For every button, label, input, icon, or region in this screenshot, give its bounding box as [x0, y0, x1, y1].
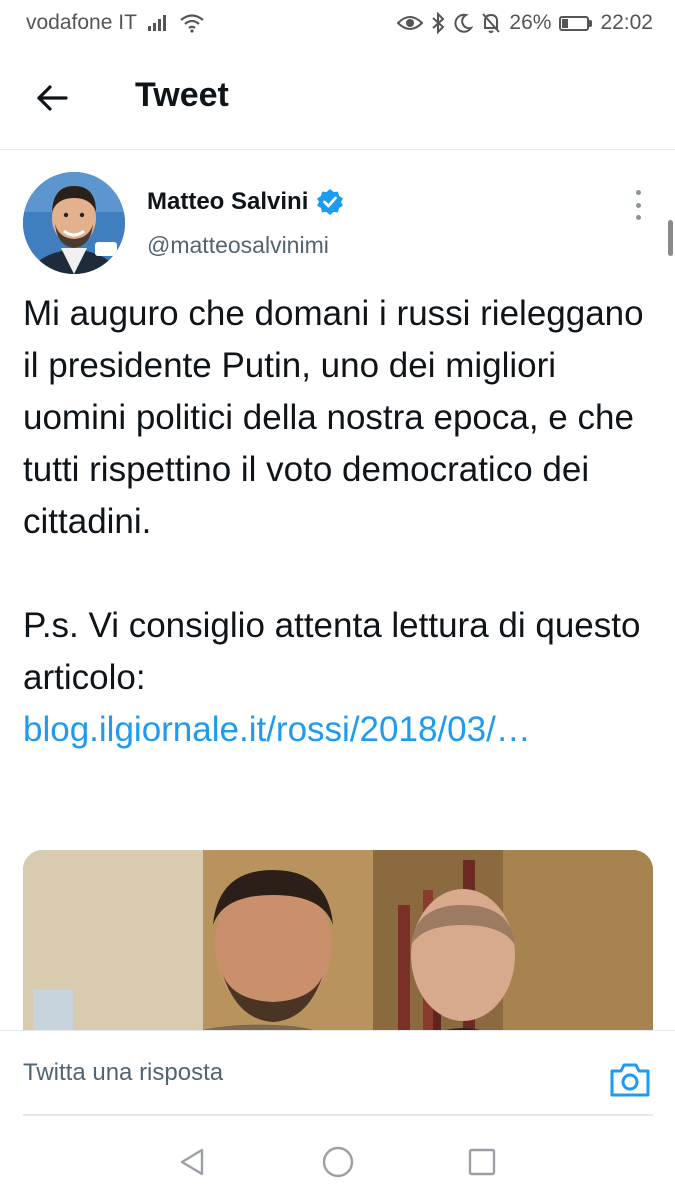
reply-bar: Twitta una risposta: [0, 1030, 675, 1120]
tweet-link[interactable]: blog.ilgiornale.it/rossi/2018/03/…: [23, 710, 531, 749]
app-header: Tweet: [0, 46, 675, 150]
status-right: 26% 22:02: [397, 11, 653, 35]
author-name-row[interactable]: Matteo Salvini: [147, 188, 344, 216]
bell-off-icon: [481, 12, 501, 34]
tweet-photo[interactable]: [23, 850, 653, 1030]
more-options-button[interactable]: [626, 190, 650, 220]
bluetooth-icon: [431, 12, 445, 34]
arrow-left-icon: [37, 85, 68, 111]
status-bar: vodafone IT 26% 22:02: [0, 0, 675, 46]
tweet-text: Mi auguro che domani i russi rieleggano …: [23, 288, 655, 756]
nav-back-button[interactable]: [172, 1142, 212, 1182]
reply-divider: [23, 1114, 653, 1116]
nav-home-button[interactable]: [318, 1142, 358, 1182]
more-dot: [635, 215, 641, 220]
carrier-label: vodafone IT: [26, 11, 137, 34]
wifi-icon: [179, 13, 205, 33]
page-title: Tweet: [135, 76, 229, 114]
battery-percent: 26%: [509, 11, 552, 34]
tweet: Matteo Salvini @matteosalvinimi Mi augur…: [0, 150, 675, 1030]
camera-button[interactable]: [608, 1061, 652, 1099]
status-left: vodafone IT: [26, 11, 205, 35]
eye-icon: [397, 14, 424, 32]
status-time: 22:02: [600, 11, 653, 34]
back-button[interactable]: [34, 80, 70, 116]
signal-icon: [147, 14, 169, 32]
nav-recents-button[interactable]: [462, 1142, 502, 1182]
system-nav-bar: [0, 1120, 675, 1200]
battery-icon: [559, 15, 593, 31]
camera-icon: [610, 1063, 650, 1097]
verified-badge-icon: [317, 189, 344, 215]
battery-fill: [562, 18, 569, 28]
back-triangle-icon: [180, 1148, 204, 1176]
reply-input[interactable]: Twitta una risposta: [23, 1059, 223, 1087]
tweet-body: Mi auguro che domani i russi rieleggano …: [23, 294, 644, 697]
scrollbar[interactable]: [668, 220, 673, 256]
home-circle-icon: [322, 1146, 354, 1178]
moon-icon: [453, 13, 474, 33]
more-dot: [635, 202, 641, 208]
author-name: Matteo Salvini: [147, 188, 309, 215]
recents-square-icon: [468, 1148, 496, 1176]
avatar[interactable]: [23, 172, 125, 274]
more-dot: [635, 190, 641, 195]
author-handle[interactable]: @matteosalvinimi: [147, 232, 329, 259]
